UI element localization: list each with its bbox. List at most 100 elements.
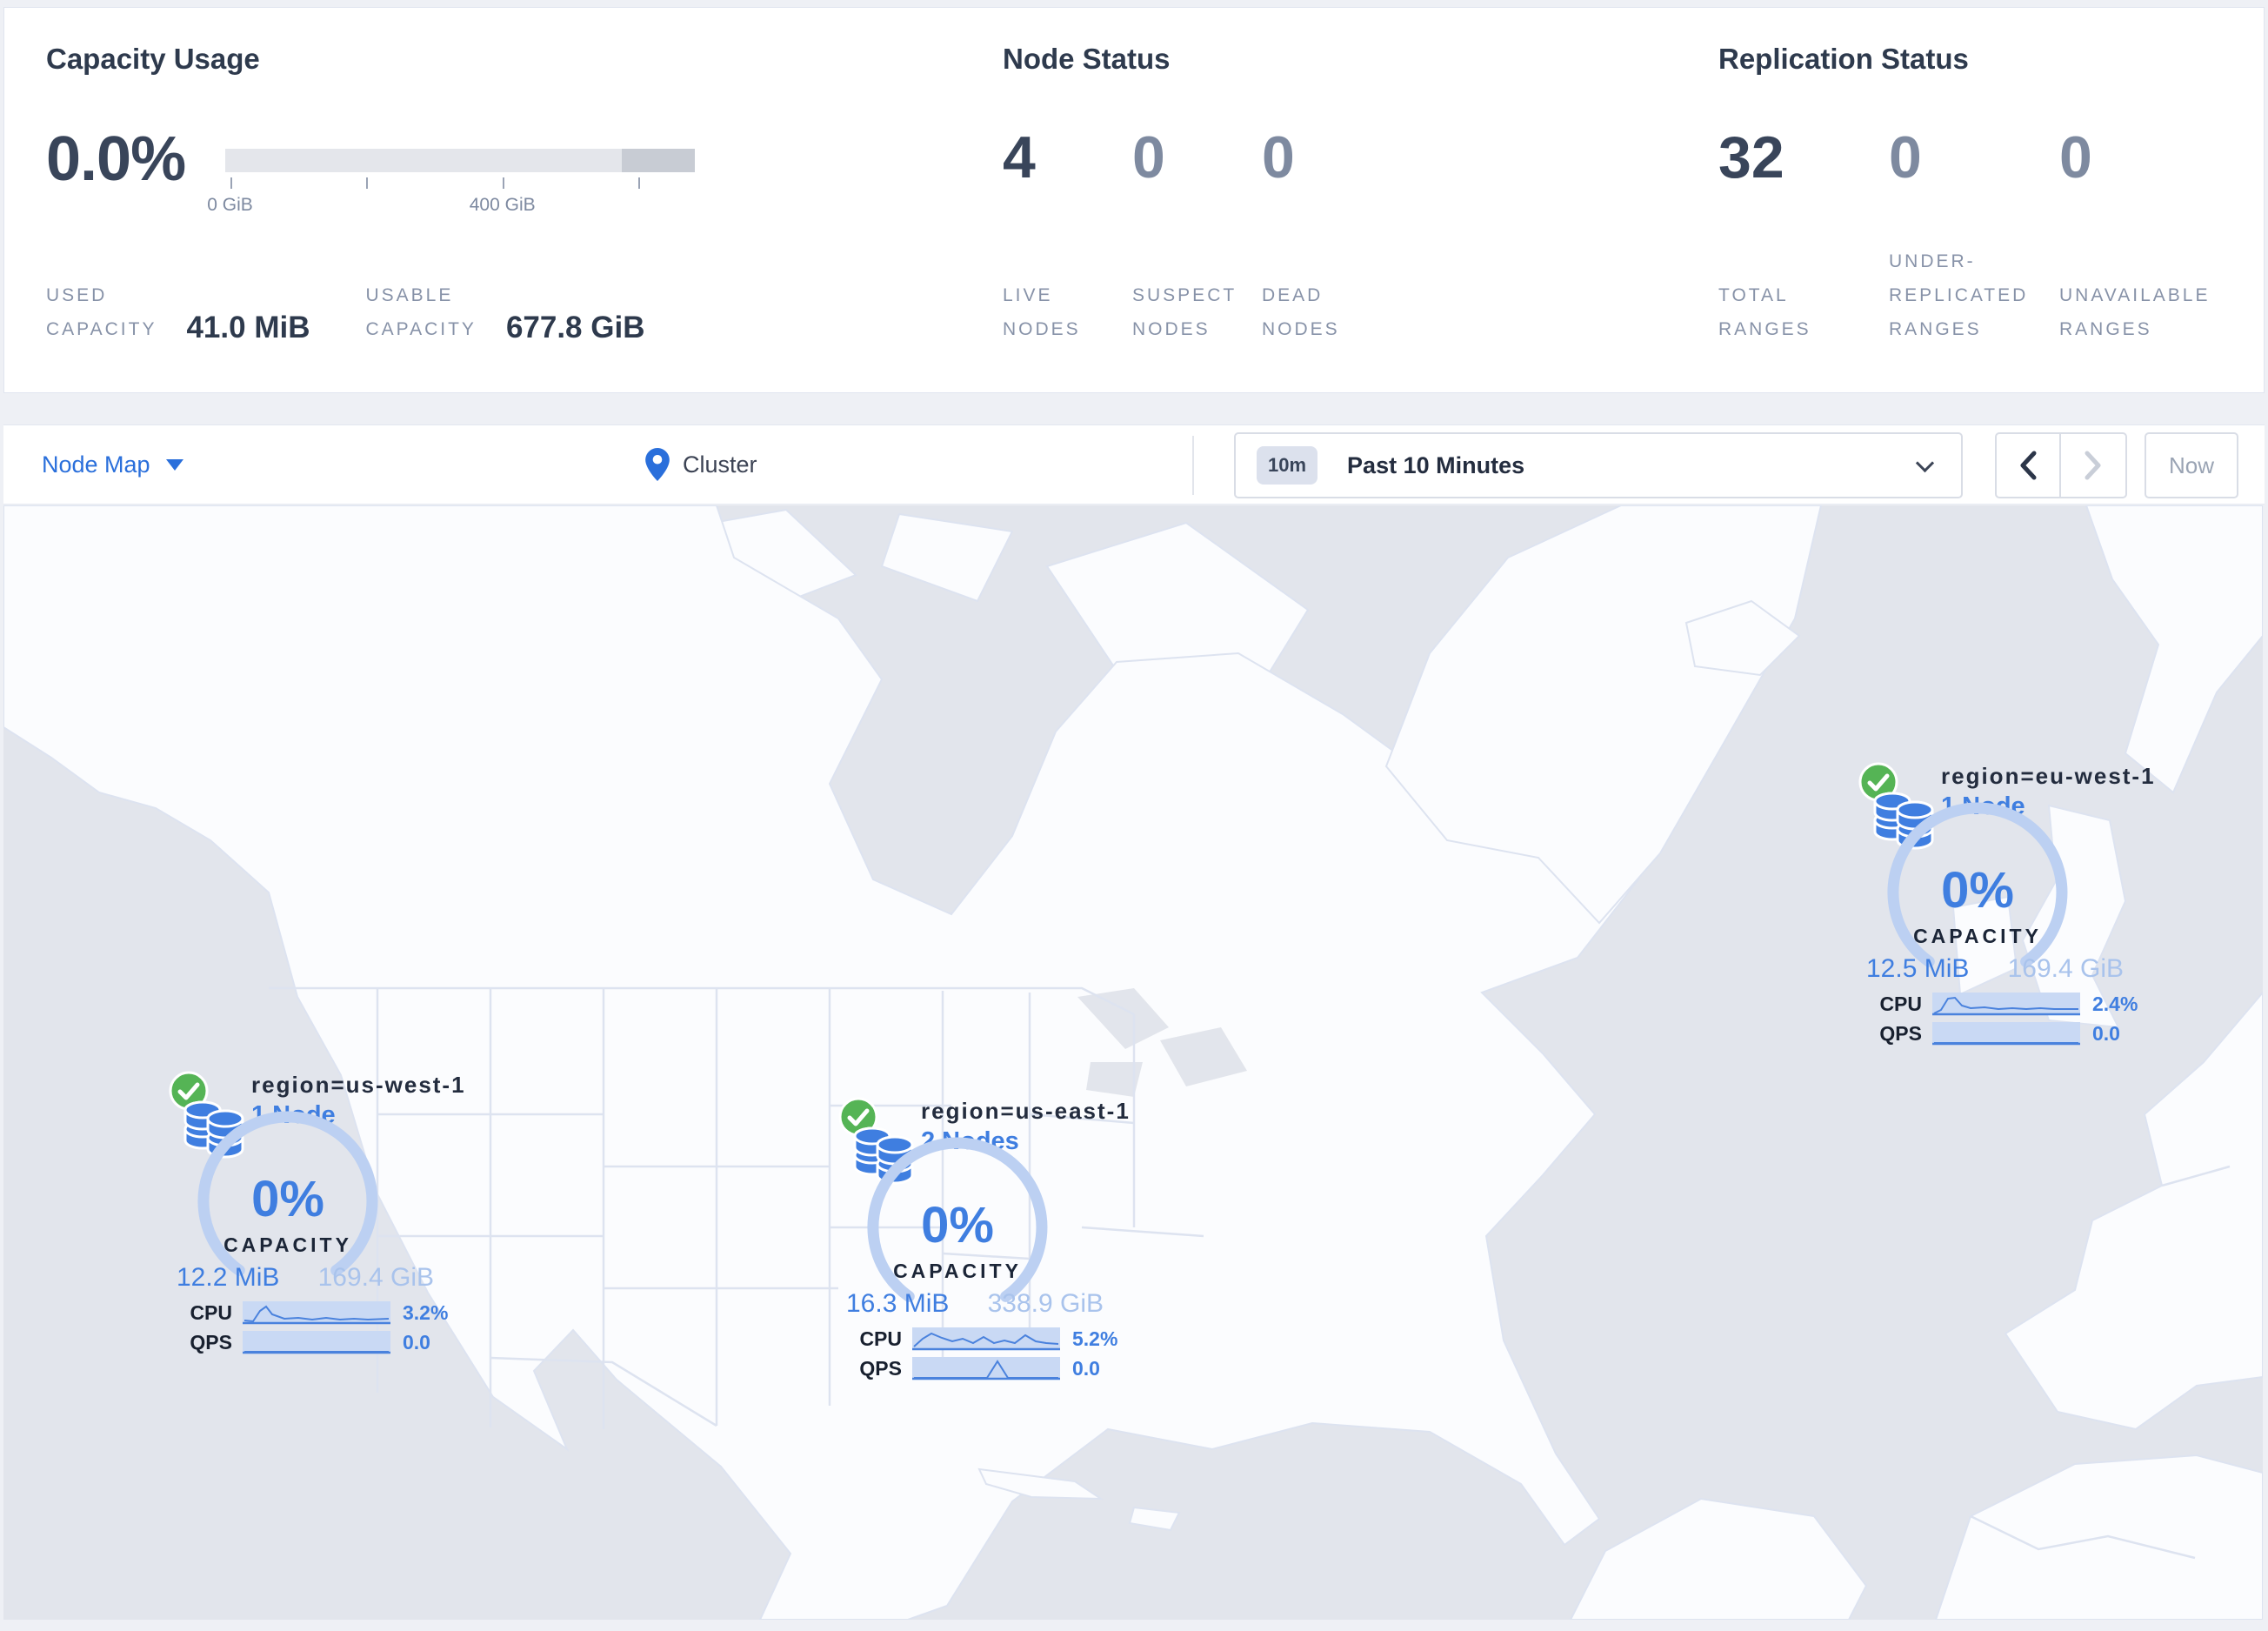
capacity-bar-ticks (225, 177, 695, 191)
region-capacity-values: 12.2 MiB 169.4 GiB (177, 1263, 434, 1293)
cluster-summary-panel: Capacity Usage 0.0% 0 GiB 400 GiB USED C… (3, 7, 2265, 393)
dead-nodes-label: DEAD NODES (1262, 285, 1340, 340)
region-capacity-values: 16.3 MiB 338.9 GiB (846, 1289, 1104, 1319)
time-nav-buttons (1995, 432, 2127, 498)
region-capacity-percent: 0% (251, 1171, 324, 1227)
unavailable-count: 0 (2059, 124, 2092, 191)
capacity-gauge: 0.0% 0 GiB 400 GiB (46, 124, 696, 217)
chevron-down-icon (1915, 453, 1935, 473)
qps-metric-row: QPS 0.0 (164, 1329, 457, 1355)
tick-mark (638, 177, 641, 189)
triangle-down-icon (165, 458, 183, 471)
time-prev-button[interactable] (1997, 434, 2061, 497)
tick-mark (230, 177, 232, 189)
time-range-badge: 10m (1257, 446, 1318, 485)
region-badge-us-west-1[interactable]: region=us-west-1 1 Node 0% CAPACITY 12.2… (164, 1063, 464, 1362)
cpu-value: 5.2% (1072, 1327, 1118, 1350)
region-usable-capacity: 169.4 GiB (2007, 954, 2124, 983)
dead-nodes-count: 0 (1262, 124, 1295, 191)
capacity-percent: 0.0% (46, 124, 186, 194)
under-replicated-count: 0 (1889, 124, 1922, 191)
now-button[interactable]: Now (2145, 432, 2238, 498)
capacity-bar-track (225, 149, 696, 172)
view-selector-dropdown[interactable]: Node Map (42, 425, 183, 504)
region-capacity-label: CAPACITY (1913, 925, 2042, 947)
region-name: region=eu-west-1 (1941, 763, 2156, 789)
qps-label: QPS (190, 1330, 232, 1354)
qps-label: QPS (859, 1356, 902, 1380)
tick-label-0: 0 GiB (207, 195, 253, 215)
view-selector-label: Node Map (42, 451, 150, 478)
node-status-title: Node Status (1003, 43, 1171, 75)
replication-status-section: Replication Status 32 0 0 TOTAL RANGES U… (1718, 8, 2258, 392)
qps-metric-row: QPS 0.0 (834, 1355, 1126, 1381)
tick-mark (366, 177, 369, 189)
total-ranges-count: 32 (1718, 124, 1784, 191)
region-used-capacity: 16.3 MiB (846, 1289, 950, 1318)
region-name: region=us-east-1 (921, 1098, 1131, 1124)
node-status-values: 4 0 0 (1003, 128, 1391, 187)
cpu-label: CPU (190, 1300, 232, 1324)
cpu-metric-row: CPU 3.2% (164, 1300, 457, 1326)
suspect-nodes-count: 0 (1132, 124, 1165, 191)
time-next-button[interactable] (2061, 434, 2125, 497)
replication-status-title: Replication Status (1718, 43, 1969, 75)
map-pin-icon (645, 448, 670, 481)
qps-value: 0.0 (403, 1330, 430, 1354)
cpu-metric-row: CPU 5.2% (834, 1326, 1126, 1352)
capacity-bar-tick-labels: 0 GiB 400 GiB (207, 195, 695, 217)
chevron-left-icon (2020, 451, 2037, 480)
cpu-sparkline (1932, 993, 2080, 1016)
region-badge-eu-west-1[interactable]: region=eu-west-1 1 Node 0% CAPACITY 12.5… (1854, 754, 2154, 1053)
qps-metric-row: QPS 0.0 (1854, 1020, 2146, 1046)
breadcrumb[interactable]: Cluster (645, 425, 757, 504)
tick-mark (502, 177, 504, 189)
cpu-value: 2.4% (2092, 992, 2138, 1015)
used-capacity-label: USED CAPACITY (46, 285, 157, 340)
node-status-section: Node Status 4 0 0 LIVE NODES SUSPECT NOD… (1003, 8, 1681, 392)
under-replicated-label: UNDER- REPLICATED RANGES (1889, 251, 2029, 340)
qps-value: 0.0 (2092, 1021, 2120, 1045)
live-nodes-label: LIVE NODES (1003, 285, 1081, 340)
tick-label-400: 400 GiB (469, 195, 536, 215)
cluster-overview-page: Capacity Usage 0.0% 0 GiB 400 GiB USED C… (0, 0, 2268, 1631)
qps-value: 0.0 (1072, 1356, 1100, 1380)
toolbar-divider (1192, 436, 1194, 495)
live-nodes-count: 4 (1003, 124, 1036, 191)
region-capacity-percent: 0% (921, 1197, 994, 1253)
time-range-label: Past 10 Minutes (1347, 451, 1525, 478)
used-capacity-value: 41.0 MiB (186, 311, 310, 344)
capacity-usage-section: Capacity Usage 0.0% 0 GiB 400 GiB USED C… (46, 8, 959, 392)
time-range-selector[interactable]: 10m Past 10 Minutes (1234, 432, 1963, 498)
region-capacity-label: CAPACITY (893, 1260, 1022, 1282)
cpu-metric-row: CPU 2.4% (1854, 991, 2146, 1017)
usable-capacity-label: USABLE CAPACITY (365, 285, 477, 340)
region-usable-capacity: 338.9 GiB (987, 1289, 1104, 1318)
capacity-bar-reserved-segment (622, 149, 696, 172)
region-capacity-label: CAPACITY (223, 1233, 352, 1256)
total-ranges-label: TOTAL RANGES (1718, 285, 1811, 340)
replication-labels: TOTAL RANGES UNDER- REPLICATED RANGES UN… (1718, 244, 2230, 347)
replication-values: 32 0 0 (1718, 128, 2230, 187)
now-button-label: Now (2168, 451, 2214, 478)
cpu-label: CPU (1879, 992, 1922, 1015)
map-toolbar: Node Map Cluster 10m Past 10 Minutes Now (3, 424, 2265, 505)
region-usable-capacity: 169.4 GiB (317, 1263, 434, 1292)
capacity-bar: 0 GiB 400 GiB (207, 149, 696, 217)
region-name: region=us-west-1 (251, 1072, 466, 1098)
region-used-capacity: 12.2 MiB (177, 1263, 280, 1292)
chevron-right-icon (2085, 451, 2101, 480)
region-badge-us-east-1[interactable]: region=us-east-1 2 Nodes 0% CAPACITY 16.… (834, 1089, 1129, 1388)
qps-label: QPS (1879, 1021, 1922, 1045)
qps-sparkline (1932, 1022, 2080, 1046)
breadcrumb-label: Cluster (683, 451, 757, 478)
qps-sparkline (243, 1331, 390, 1354)
region-capacity-values: 12.5 MiB 169.4 GiB (1866, 954, 2124, 984)
capacity-usage-title: Capacity Usage (46, 43, 260, 75)
cpu-value: 3.2% (403, 1300, 449, 1324)
node-map: region=us-west-1 1 Node 0% CAPACITY 12.2… (3, 505, 2263, 1620)
cpu-label: CPU (859, 1327, 902, 1350)
capacity-stats-row: USED CAPACITY 41.0 MiB USABLE CAPACITY 6… (46, 244, 700, 347)
usable-capacity-value: 677.8 GiB (505, 311, 645, 344)
region-capacity-percent: 0% (1941, 862, 2014, 919)
